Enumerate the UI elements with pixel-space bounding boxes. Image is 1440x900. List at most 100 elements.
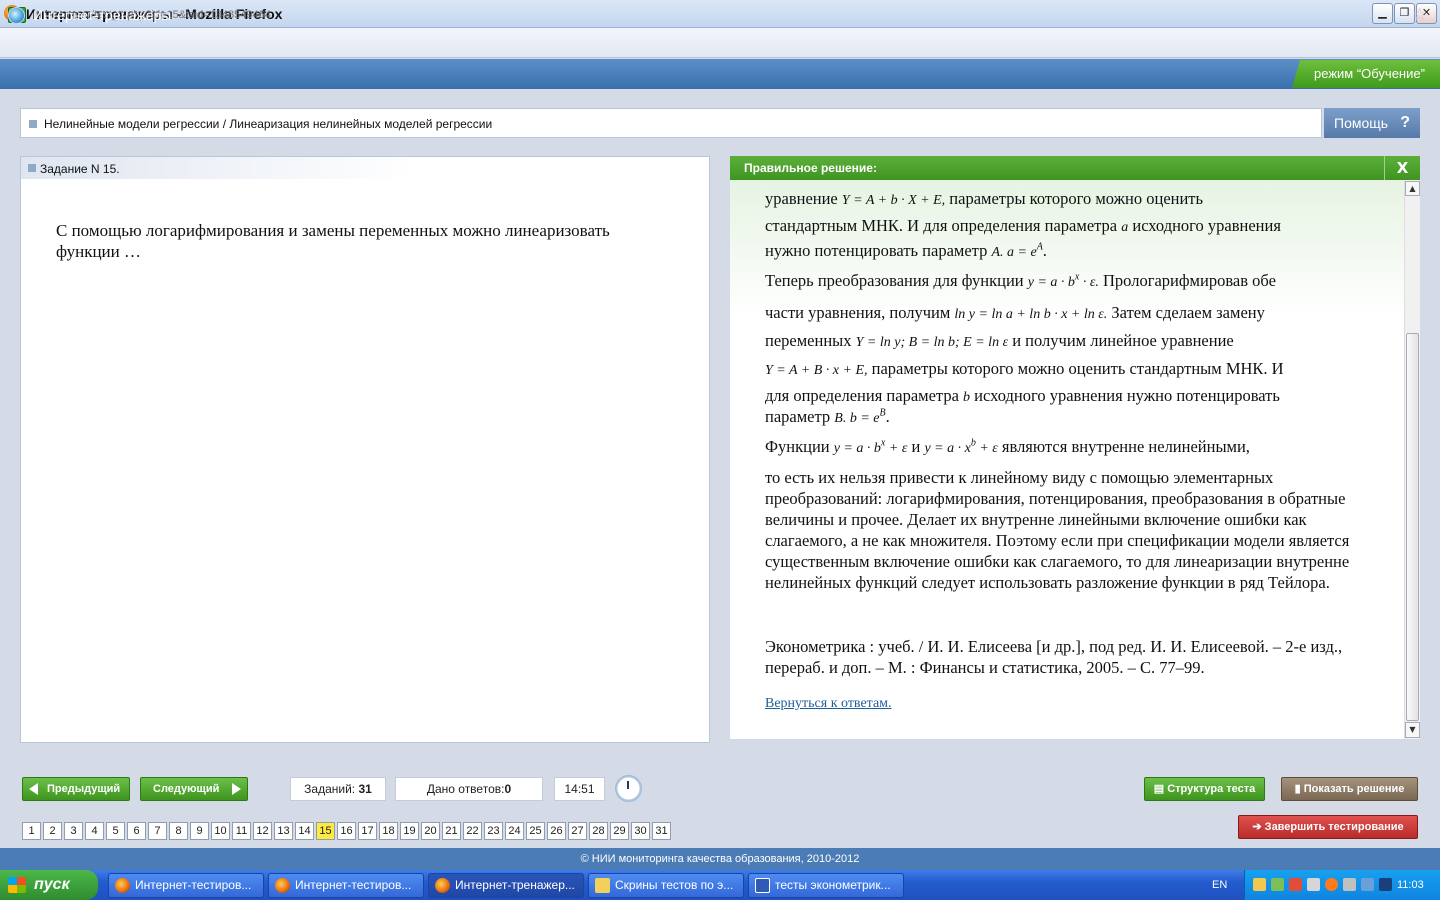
page-navigation: 1 2 3 4 5 6 7 8 9 10 11 12 13 14 15 16 17 18 19 20 21 22 23 24 2… (22, 822, 673, 840)
mode-badge: режим “Обучение” (1292, 60, 1440, 88)
page-button[interactable]: 2 (43, 822, 62, 840)
tasks-count: Заданий: 31 (290, 777, 386, 801)
solution-line: переменных Y = ln y; B = ln b; E = ln ε … (765, 331, 1234, 350)
solution-line: Функции y = a · bx + ε и y = a · xb + ε … (765, 437, 1250, 456)
network-icon[interactable] (1361, 878, 1374, 891)
page-button[interactable]: 23 (484, 822, 503, 840)
copyright: © НИИ мониторинга качества образования, … (0, 848, 1440, 870)
app-title: Интернет-тренажеры (33, 7, 172, 23)
firefox-icon (275, 878, 290, 893)
folder-icon (595, 878, 610, 893)
page-button[interactable]: 27 (568, 822, 587, 840)
question-icon: ? (1400, 114, 1410, 131)
bookmark-star-icon[interactable]: ☆ (1412, 5, 1427, 25)
task-question: С помощью логарифмирования и замены пере… (56, 221, 610, 261)
page-button[interactable]: 17 (358, 822, 377, 840)
page-button[interactable]: 6 (127, 822, 146, 840)
page-button[interactable]: 31 (652, 822, 671, 840)
task-title: Задание N 15. (40, 162, 120, 176)
arrow-right-icon (232, 783, 241, 795)
page-button[interactable]: 19 (400, 822, 419, 840)
page-button[interactable]: 16 (337, 822, 356, 840)
arrow-left-icon (29, 783, 38, 795)
test-structure-button[interactable]: ▤ Структура теста (1144, 777, 1265, 801)
page-button[interactable]: 28 (589, 822, 608, 840)
page-button[interactable]: 13 (274, 822, 293, 840)
start-button[interactable]: пуск (0, 870, 98, 900)
help-button[interactable]: Помощь? (1324, 108, 1420, 138)
page-button[interactable]: 4 (85, 822, 104, 840)
page-button[interactable]: 20 (421, 822, 440, 840)
address-bar[interactable] (0, 28, 1440, 58)
page-button[interactable]: 30 (631, 822, 650, 840)
scroll-down-icon[interactable]: ▼ (1405, 722, 1420, 738)
solution-line: Y = A + B · x + E, параметры которого мо… (765, 359, 1284, 378)
page-button[interactable]: 8 (169, 822, 188, 840)
bullet-square-icon (29, 120, 37, 128)
page-button[interactable]: 21 (442, 822, 461, 840)
help-label: Помощь (1334, 115, 1389, 131)
page-button[interactable]: 24 (505, 822, 524, 840)
tray-app-icon[interactable] (1379, 878, 1392, 891)
app-header (0, 59, 1440, 89)
tray-app-icon[interactable] (1271, 878, 1284, 891)
show-solution-button[interactable]: ▮ Показать решение (1281, 777, 1418, 801)
next-button[interactable]: Следующий (140, 777, 248, 801)
solution-line: параметр B. b = eB. (765, 407, 890, 426)
page-button[interactable]: 18 (379, 822, 398, 840)
solution-line: нужно потенцировать параметр A. a = eA. (765, 241, 1047, 260)
volume-icon[interactable] (1343, 878, 1356, 891)
page-button[interactable]: 29 (610, 822, 629, 840)
answers-count: Дано ответов:0 (395, 777, 543, 801)
timer: 14:51 (554, 777, 605, 801)
scroll-up-icon[interactable]: ▲ (1405, 181, 1420, 196)
taskbar-item[interactable]: тесты эконометрик... (748, 873, 904, 898)
tray-app-icon[interactable] (1325, 878, 1338, 891)
windows-logo-icon (8, 877, 26, 893)
firefox-icon (435, 878, 450, 893)
page-button[interactable]: 10 (211, 822, 230, 840)
tray-app-icon[interactable] (1289, 878, 1302, 891)
language-indicator[interactable]: EN (1212, 879, 1227, 891)
page-button[interactable]: 22 (463, 822, 482, 840)
word-document-icon (755, 878, 770, 893)
breadcrumb-text: Нелинейные модели регрессии / Линеаризац… (44, 117, 493, 131)
back-to-answers-link[interactable]: Вернуться к ответам. (765, 696, 892, 712)
runner-icon: ➔ (1252, 821, 1265, 833)
finish-test-button[interactable]: ➔ Завершить тестирование (1238, 815, 1418, 839)
solution-line: части уравнения, получим ln y = ln a + l… (765, 303, 1265, 322)
page-button[interactable]: 12 (253, 822, 272, 840)
tray-app-icon[interactable] (1253, 878, 1266, 891)
bullet-square-icon (28, 164, 36, 172)
page-button[interactable]: 14 (295, 822, 314, 840)
solution-line: Теперь преобразования для функции y = a … (765, 271, 1276, 290)
previous-button[interactable]: Предыдущий (22, 777, 130, 801)
page-button[interactable]: 5 (106, 822, 125, 840)
scroll-thumb[interactable] (1406, 333, 1419, 721)
taskbar-item-active[interactable]: Интернет-тренажер... (428, 873, 584, 898)
solution-line: уравнение Y = A + b · X + E, параметры к… (765, 189, 1204, 208)
taskbar-item[interactable]: Интернет-тестиров... (268, 873, 424, 898)
firefox-icon (115, 878, 130, 893)
solution-line: для определения параметра b исходного ур… (765, 386, 1280, 405)
solution-title: Правильное решение: (744, 161, 877, 175)
page-button[interactable]: 26 (547, 822, 566, 840)
page-button[interactable]: 7 (148, 822, 167, 840)
taskbar-item[interactable]: Скрины тестов по э... (588, 873, 744, 898)
minimize-button[interactable]: ▁ (1372, 3, 1393, 24)
clock-icon (615, 775, 642, 802)
book-icon: ▮ (1294, 783, 1304, 795)
page-button[interactable]: 9 (190, 822, 209, 840)
tray-app-icon[interactable] (1307, 878, 1320, 891)
page-button[interactable]: 11 (232, 822, 251, 840)
page-button-current[interactable]: 15 (316, 822, 335, 840)
page-button[interactable]: 3 (64, 822, 83, 840)
solution-reference: Эконометрика : учеб. / И. И. Елисеева [и… (765, 637, 1343, 677)
solution-paragraph: то есть их нельзя привести к линейному в… (765, 468, 1350, 592)
page-button[interactable]: 25 (526, 822, 545, 840)
solution-line: стандартным МНК. И для определения парам… (765, 216, 1281, 235)
list-icon: ▤ (1153, 783, 1168, 795)
page-button[interactable]: 1 (22, 822, 41, 840)
taskbar-item[interactable]: Интернет-тестиров... (108, 873, 264, 898)
solution-close-button[interactable]: X (1384, 156, 1420, 180)
